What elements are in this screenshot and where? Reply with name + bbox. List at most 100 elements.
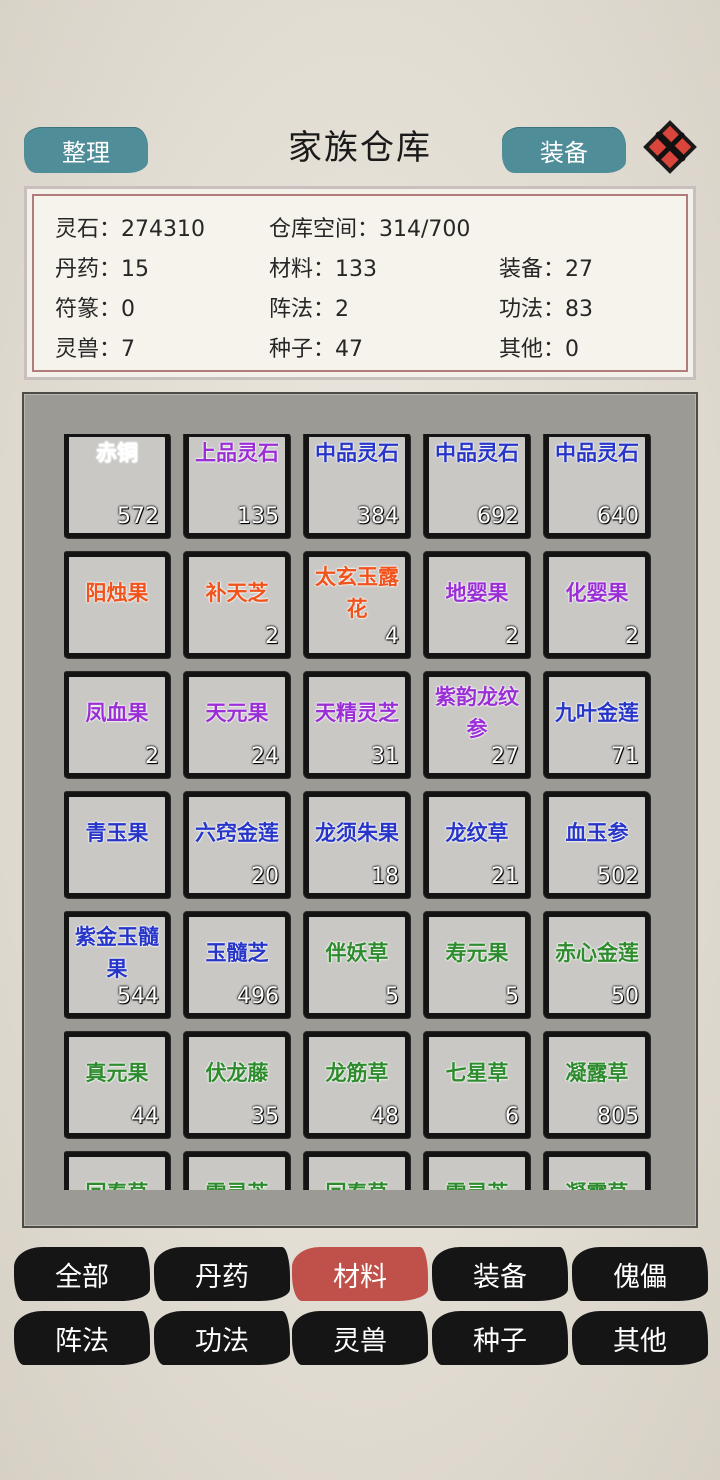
item-count: 692	[477, 504, 519, 529]
item-slot[interactable]: 凝露草 805	[544, 1032, 650, 1138]
item-name: 补天芝	[205, 581, 269, 605]
item-count: 21	[491, 864, 519, 889]
item-slot[interactable]: 雪灵芝	[184, 1152, 290, 1190]
item-slot[interactable]: 青玉果	[64, 792, 170, 898]
stat-seeds: 种子：47	[269, 337, 363, 362]
item-name: 玉髓芝	[205, 941, 269, 965]
item-count: 2	[625, 624, 639, 649]
item-slot[interactable]: 伴妖草 5	[304, 912, 410, 1018]
item-slot[interactable]: 太玄玉露花 4	[304, 552, 410, 658]
tab-2[interactable]: 材料	[292, 1247, 428, 1301]
item-slot[interactable]: 补天芝 2	[184, 552, 290, 658]
item-slot[interactable]: 七星草 6	[424, 1032, 530, 1138]
item-name: 龙纹草	[445, 821, 509, 845]
item-count: 572	[117, 504, 159, 529]
item-slot[interactable]: 中品灵石 640	[544, 434, 650, 538]
item-count: 4	[385, 624, 399, 649]
tab-3[interactable]: 装备	[432, 1247, 568, 1301]
item-name: 九叶金莲	[555, 701, 639, 725]
item-slot[interactable]: 龙须朱果 18	[304, 792, 410, 898]
item-count: 18	[371, 864, 399, 889]
item-count: 2	[265, 624, 279, 649]
item-name: 凝露草	[565, 1061, 629, 1085]
item-name: 化婴果	[565, 581, 629, 605]
equipment-button[interactable]: 装备	[502, 127, 626, 173]
item-count: 640	[597, 504, 639, 529]
item-slot[interactable]: 上品灵石 135	[184, 434, 290, 538]
item-name: 七星草	[445, 1061, 509, 1085]
item-slot[interactable]: 凝露草	[544, 1152, 650, 1190]
tab-5[interactable]: 阵法	[14, 1311, 150, 1365]
item-grid-panel[interactable]: 赤铜 572 上品灵石 135 中品灵石 384 中品灵石 692 中品灵石 640 阳烛果 补天芝 2…	[22, 392, 698, 1228]
item-slot[interactable]: 回春草	[304, 1152, 410, 1190]
item-slot[interactable]: 寿元果 5	[424, 912, 530, 1018]
tab-0[interactable]: 全部	[14, 1247, 150, 1301]
item-count: 384	[357, 504, 399, 529]
item-slot[interactable]: 中品灵石 692	[424, 434, 530, 538]
tab-1[interactable]: 丹药	[154, 1247, 290, 1301]
item-name: 寿元果	[445, 941, 509, 965]
item-slot[interactable]: 紫韵龙纹参 27	[424, 672, 530, 778]
item-slot[interactable]: 凤血果 2	[64, 672, 170, 778]
item-slot[interactable]: 化婴果 2	[544, 552, 650, 658]
stat-talismans: 符篆：0	[55, 297, 135, 322]
item-name: 凤血果	[85, 701, 149, 725]
item-slot[interactable]: 地婴果 2	[424, 552, 530, 658]
item-count: 5	[505, 984, 519, 1009]
item-count: 20	[251, 864, 279, 889]
item-count: 5	[385, 984, 399, 1009]
storage-stats-panel: 灵石：274310 仓库空间：314/700 丹药：15 材料：133 装备：2…	[24, 186, 696, 380]
item-count: 71	[611, 744, 639, 769]
item-slot[interactable]: 中品灵石 384	[304, 434, 410, 538]
item-slot[interactable]: 九叶金莲 71	[544, 672, 650, 778]
item-name: 赤铜	[96, 441, 138, 465]
item-name: 青玉果	[85, 821, 149, 845]
item-name: 血玉参	[565, 821, 629, 845]
item-name: 凝露草	[549, 1177, 645, 1190]
tab-4[interactable]: 傀儡	[572, 1247, 708, 1301]
item-slot[interactable]: 阳烛果	[64, 552, 170, 658]
tab-8[interactable]: 种子	[432, 1311, 568, 1365]
sort-button[interactable]: 整理	[24, 127, 148, 173]
item-slot[interactable]: 赤铜 572	[64, 434, 170, 538]
stat-equipment: 装备：27	[499, 257, 593, 282]
item-count: 31	[371, 744, 399, 769]
item-name: 中品灵石	[315, 441, 399, 465]
stat-storage-space: 仓库空间：314/700	[269, 217, 471, 242]
item-slot[interactable]: 赤心金莲 50	[544, 912, 650, 1018]
stat-formations: 阵法：2	[269, 297, 349, 322]
close-button[interactable]	[641, 118, 699, 176]
item-slot[interactable]: 雪灵芝	[424, 1152, 530, 1190]
item-slot[interactable]: 天精灵芝 31	[304, 672, 410, 778]
item-name: 阳烛果	[85, 581, 149, 605]
stat-techniques: 功法：83	[499, 297, 593, 322]
tab-6[interactable]: 功法	[154, 1311, 290, 1365]
item-count: 35	[251, 1104, 279, 1129]
item-slot[interactable]: 回春草	[64, 1152, 170, 1190]
item-name: 上品灵石	[195, 441, 279, 465]
item-slot[interactable]: 六窍金莲 20	[184, 792, 290, 898]
page-title: 家族仓库	[288, 128, 432, 168]
item-slot[interactable]: 玉髓芝 496	[184, 912, 290, 1018]
tab-9[interactable]: 其他	[572, 1311, 708, 1365]
item-name: 雪灵芝	[189, 1177, 285, 1190]
item-count: 805	[597, 1104, 639, 1129]
item-count: 502	[597, 864, 639, 889]
item-name: 龙须朱果	[315, 821, 399, 845]
item-name: 伏龙藤	[205, 1061, 269, 1085]
item-name: 中品灵石	[555, 441, 639, 465]
item-name: 地婴果	[445, 581, 509, 605]
item-count: 2	[505, 624, 519, 649]
item-slot[interactable]: 龙筋草 48	[304, 1032, 410, 1138]
item-slot[interactable]: 紫金玉髓果 544	[64, 912, 170, 1018]
item-count: 2	[145, 744, 159, 769]
item-slot[interactable]: 伏龙藤 35	[184, 1032, 290, 1138]
item-count: 6	[505, 1104, 519, 1129]
item-slot[interactable]: 天元果 24	[184, 672, 290, 778]
item-grid[interactable]: 赤铜 572 上品灵石 135 中品灵石 384 中品灵石 692 中品灵石 640 阳烛果 补天芝 2…	[64, 434, 672, 1190]
item-name: 六窍金莲	[195, 821, 279, 845]
item-slot[interactable]: 真元果 44	[64, 1032, 170, 1138]
item-slot[interactable]: 血玉参 502	[544, 792, 650, 898]
item-slot[interactable]: 龙纹草 21	[424, 792, 530, 898]
tab-7[interactable]: 灵兽	[292, 1311, 428, 1365]
